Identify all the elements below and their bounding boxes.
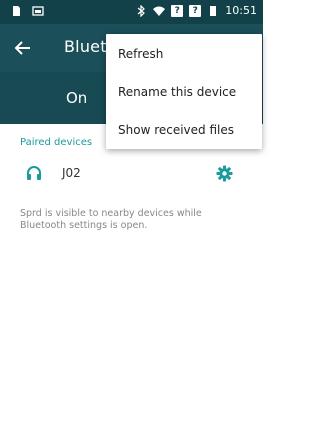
page-title: Bluet xyxy=(64,37,107,56)
menu-item-rename-device[interactable]: Rename this device xyxy=(106,74,262,110)
paired-devices-header: Paired devices xyxy=(20,137,93,148)
bluetooth-icon xyxy=(137,4,146,17)
status-time: 10:51 xyxy=(225,4,257,17)
menu-item-refresh[interactable]: Refresh xyxy=(106,36,262,72)
gear-icon[interactable] xyxy=(216,165,233,182)
battery-icon xyxy=(210,5,217,16)
sim1-signal-icon: ? xyxy=(171,4,184,17)
sim-card-icon xyxy=(13,6,20,16)
device-name: J02 xyxy=(62,166,81,180)
paired-device-row[interactable]: J02 xyxy=(0,158,263,190)
visibility-message: Sprd is visible to nearby devices while … xyxy=(20,208,202,231)
status-left-icons xyxy=(10,5,44,17)
bluetooth-switch-label: On xyxy=(66,89,88,107)
image-icon xyxy=(32,6,44,16)
sim2-signal-icon: ? xyxy=(189,4,202,17)
wifi-icon xyxy=(153,6,166,16)
headset-icon xyxy=(27,166,41,180)
menu-item-show-received-files[interactable]: Show received files xyxy=(106,112,262,148)
back-arrow-icon[interactable] xyxy=(12,37,34,59)
status-bar: ? ? 10:51 xyxy=(0,0,263,24)
overflow-menu: Refresh Rename this device Show received… xyxy=(106,34,262,149)
status-right-icons: ? ? 10:51 xyxy=(135,4,257,17)
